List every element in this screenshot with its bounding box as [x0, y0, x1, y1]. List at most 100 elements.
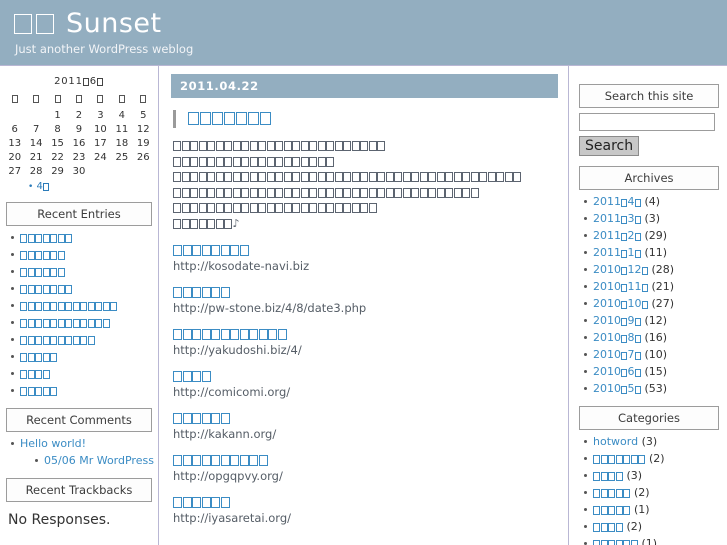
calendar-footer: • 4: [4, 181, 154, 192]
calendar-weekday: [47, 90, 68, 108]
category-link[interactable]: [593, 503, 631, 516]
link-title[interactable]: [173, 453, 558, 468]
archive-link[interactable]: 2010 7: [593, 348, 641, 361]
archive-link[interactable]: 2010 9: [593, 314, 641, 327]
search-input[interactable]: [579, 113, 715, 131]
calendar-day: 15: [51, 137, 64, 149]
archive-link[interactable]: 2011 4: [593, 195, 641, 208]
calendar-day: 4: [118, 109, 125, 121]
post-date: 2011.04.22: [171, 74, 558, 98]
calendar-day: 14: [29, 137, 43, 149]
calendar-empty-cell: [133, 164, 154, 178]
site-title[interactable]: Sunset: [14, 8, 727, 40]
list-item: 2010 9 (12): [581, 314, 721, 328]
calendar-day: 26: [136, 151, 150, 163]
calendar-day: 11: [115, 123, 129, 135]
search-button[interactable]: Search: [579, 136, 640, 156]
calendar-weekday: [111, 90, 132, 108]
recent-comment-post-link[interactable]: Hello world!: [20, 437, 86, 450]
link-list: http://kosodate-navi.biz http://pw-stone.…: [171, 243, 558, 526]
page-root: Sunset Just another WordPress weblog 201…: [0, 0, 727, 545]
search-heading: Search this site: [579, 84, 719, 108]
archive-link[interactable]: 2010 11: [593, 280, 648, 293]
link-title[interactable]: [173, 495, 558, 510]
recent-entry-link[interactable]: [20, 384, 58, 397]
calendar-day: 24: [94, 151, 107, 163]
category-link[interactable]: [593, 452, 646, 465]
category-link[interactable]: [593, 469, 623, 482]
calendar-day: 25: [115, 151, 129, 163]
post-body-line: [173, 185, 558, 201]
link-url: http://kakann.org/: [173, 427, 277, 441]
link-title[interactable]: [173, 327, 558, 342]
link-block: http://pw-stone.biz/4/8/date3.php: [173, 285, 558, 316]
recent-entry-link[interactable]: [20, 367, 50, 380]
recent-entry-link[interactable]: [20, 248, 65, 261]
archive-link[interactable]: 2011 3: [593, 212, 641, 225]
recent-comment-author-link[interactable]: 05/06 Mr WordPress: [44, 454, 154, 467]
link-title[interactable]: [173, 369, 558, 384]
calendar-day: 28: [29, 165, 43, 177]
archive-link[interactable]: 2010 5: [593, 382, 641, 395]
calendar-week-row: 20 21 22 23 24 25 26: [4, 150, 154, 164]
list-item: [8, 384, 154, 398]
calendar-empty-cell: [111, 164, 132, 178]
list-item: (2): [581, 520, 721, 534]
calendar-widget: 2011 6 1 2 3 4 5 6 7 8 9 10 11 12 13 14 15 16 17 18 19 20 21 2…: [4, 72, 154, 178]
list-item: 2010 12 (28): [581, 263, 721, 277]
list-item: 2010 11 (21): [581, 280, 721, 294]
calendar-weekday: [90, 90, 111, 108]
archives-heading: Archives: [579, 166, 719, 190]
recent-entries-list: [4, 231, 154, 398]
list-item: hotword (3): [581, 435, 721, 449]
recent-entry-link[interactable]: [20, 299, 118, 312]
list-item: 2010 7 (10): [581, 348, 721, 362]
post-title-link[interactable]: [188, 111, 272, 127]
calendar-empty-cell: [4, 108, 25, 122]
calendar-day: 30: [72, 165, 86, 177]
archive-link[interactable]: 2011 2: [593, 229, 641, 242]
category-link[interactable]: [593, 537, 638, 545]
category-link[interactable]: [593, 486, 631, 499]
link-title[interactable]: [173, 243, 558, 258]
bullet-icon: •: [28, 182, 34, 192]
recent-entry-link[interactable]: [20, 333, 95, 346]
category-count: (2): [649, 452, 665, 465]
archive-link[interactable]: 2010 10: [593, 297, 648, 310]
link-url: http://opgqpvy.org/: [173, 469, 283, 483]
archives-list: 2011 4 (4) 2011 3 (3) 2011 2 (29) 2011 1 (11) 20…: [577, 195, 721, 396]
archive-link[interactable]: 2010 6: [593, 365, 641, 378]
calendar-week-row: 6 7 8 9 10 11 12: [4, 122, 154, 136]
calendar-day: 20: [8, 151, 22, 163]
link-block: http://iyasaretai.org/: [173, 495, 558, 526]
recent-entry-link[interactable]: [20, 316, 110, 329]
category-link[interactable]: [593, 520, 623, 533]
link-block: http://comicomi.org/: [173, 369, 558, 400]
category-count: (3): [641, 435, 658, 448]
link-title[interactable]: [173, 411, 558, 426]
calendar-day: 29: [51, 165, 64, 177]
list-item: (2): [581, 452, 721, 466]
recent-entry-link[interactable]: [20, 350, 58, 363]
archive-count: (12): [644, 314, 668, 327]
calendar-weekday: [25, 90, 46, 108]
recent-entry-link[interactable]: [20, 231, 73, 244]
calendar-week-row: 13 14 15 16 17 18 19: [4, 136, 154, 150]
link-block: http://kakann.org/: [173, 411, 558, 442]
post-body-line: [173, 200, 558, 216]
link-block: http://kosodate-navi.biz: [173, 243, 558, 274]
archive-link[interactable]: 2011 1: [593, 246, 641, 259]
site-header: Sunset Just another WordPress weblog: [0, 0, 727, 66]
recent-entry-link[interactable]: [20, 282, 73, 295]
calendar-day: 5: [140, 109, 147, 121]
archive-link[interactable]: 2010 12: [593, 263, 648, 276]
category-count: (2): [634, 486, 650, 499]
calendar-week-row: 27 28 29 30: [4, 164, 154, 178]
recent-entry-link[interactable]: [20, 265, 65, 278]
calendar-caption: 2011 6: [4, 72, 154, 90]
calendar-prev-month-link[interactable]: 4: [37, 181, 49, 192]
calendar-day: 9: [75, 123, 83, 135]
link-title[interactable]: [173, 285, 558, 300]
archive-link[interactable]: 2010 8: [593, 331, 641, 344]
category-link[interactable]: hotword: [593, 435, 638, 448]
